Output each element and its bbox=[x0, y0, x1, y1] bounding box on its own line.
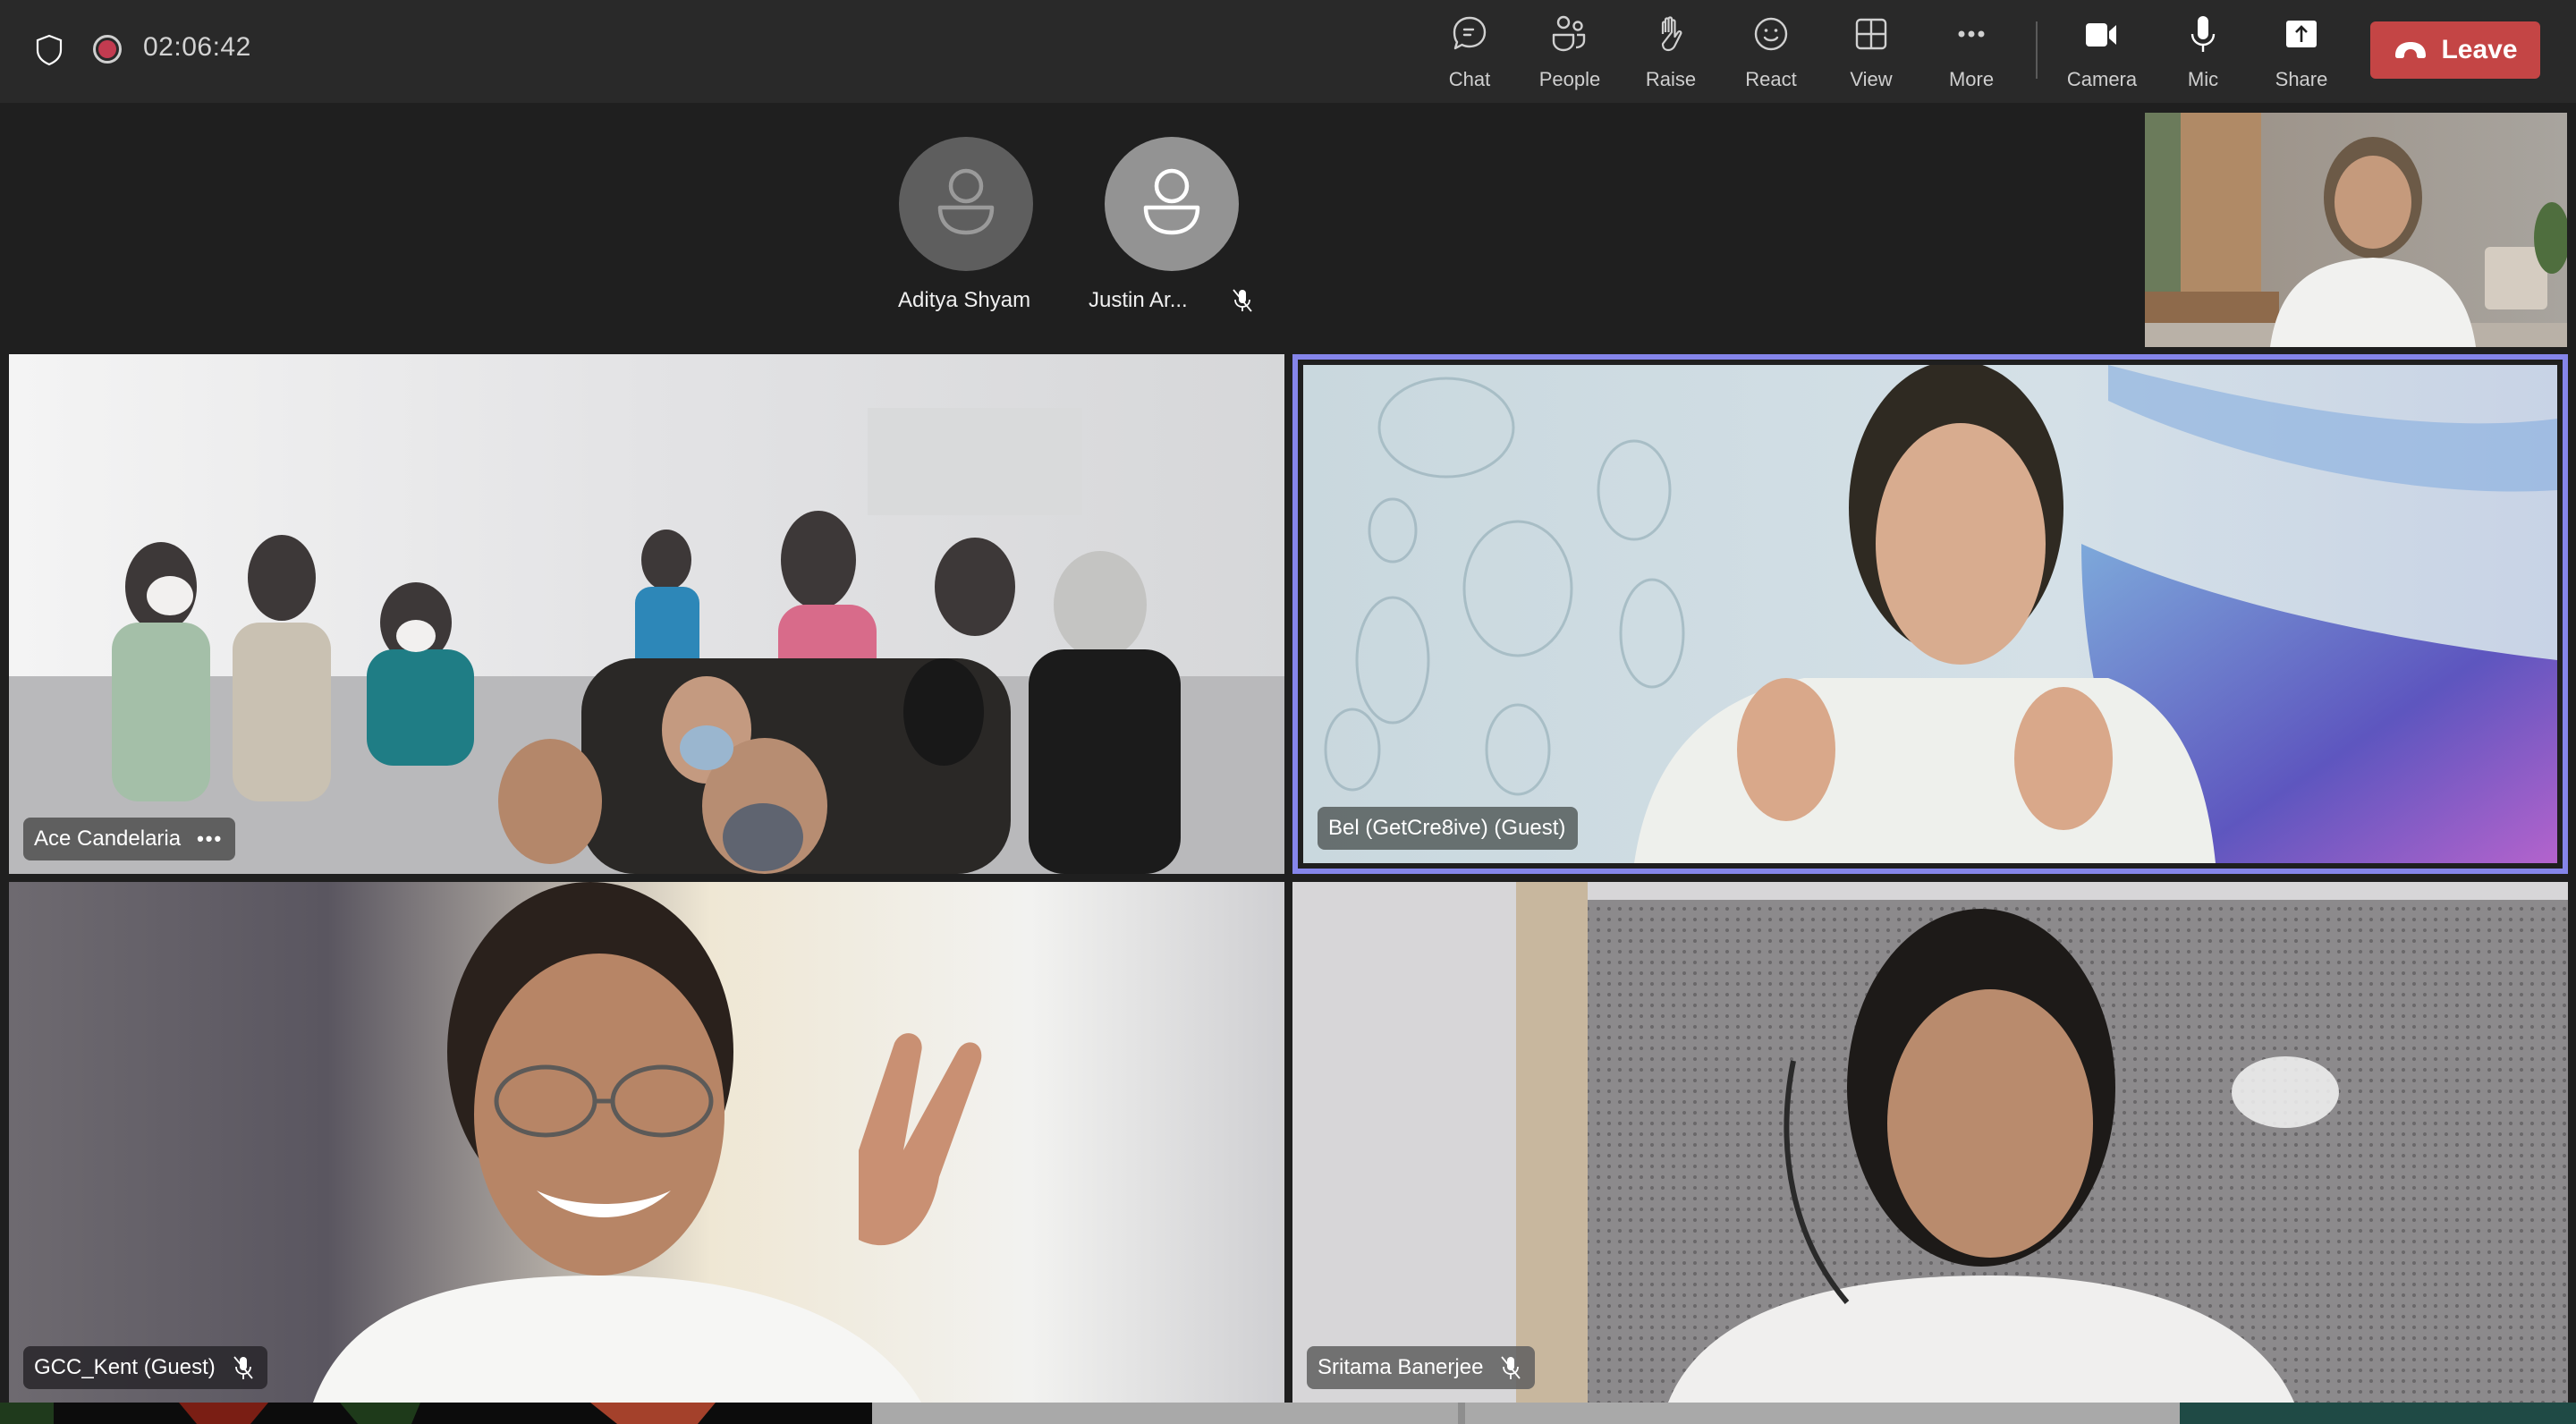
leave-button[interactable]: Leave bbox=[2370, 21, 2540, 79]
video-feed bbox=[1303, 365, 2557, 863]
camera-icon bbox=[2086, 23, 2116, 47]
more-button[interactable]: More bbox=[1927, 13, 2016, 93]
more-options-icon[interactable]: ••• bbox=[197, 827, 223, 851]
camera-button[interactable]: Camera bbox=[2057, 13, 2147, 93]
raise-hand-button[interactable]: Raise bbox=[1626, 13, 1716, 93]
video-tile[interactable]: GCC_Kent (Guest) bbox=[9, 882, 1284, 1403]
participant-name-label: GCC_Kent (Guest) bbox=[23, 1346, 267, 1389]
video-tile[interactable]: Bel (GetCre8ive) (Guest) bbox=[1303, 365, 2557, 863]
raise-label: Raise bbox=[1645, 68, 1697, 90]
grid-view-icon bbox=[1855, 18, 1887, 50]
chat-button[interactable]: Chat bbox=[1425, 13, 1514, 93]
participant-name: Justin Ar... bbox=[1089, 288, 1188, 312]
react-button[interactable]: React bbox=[1726, 13, 1816, 93]
self-view-video-frame bbox=[2145, 113, 2567, 347]
view-button[interactable]: View bbox=[1826, 13, 1916, 93]
video-feed bbox=[9, 354, 1284, 874]
smiley-icon bbox=[1754, 17, 1788, 51]
camera-label: Camera bbox=[2066, 68, 2138, 90]
shield-icon[interactable] bbox=[36, 34, 63, 66]
participant-name: GCC_Kent (Guest) bbox=[34, 1355, 216, 1379]
people-icon bbox=[1552, 15, 1586, 52]
mic-icon bbox=[2190, 16, 2216, 52]
mic-muted-icon bbox=[1501, 1356, 1521, 1379]
video-feed bbox=[1292, 882, 2568, 1403]
share-icon bbox=[2286, 21, 2317, 47]
participant-avatar[interactable] bbox=[1105, 137, 1239, 271]
chat-icon bbox=[1453, 16, 1487, 50]
person-icon bbox=[1143, 168, 1200, 235]
mic-muted-icon bbox=[1233, 289, 1252, 312]
meeting-timer: 02:06:42 bbox=[143, 32, 251, 62]
video-tile[interactable]: Ace Candelaria ••• bbox=[9, 354, 1284, 874]
participant-name-label: Ace Candelaria ••• bbox=[23, 818, 236, 860]
share-button[interactable]: Share bbox=[2257, 13, 2346, 93]
share-label: Share bbox=[2275, 68, 2328, 90]
participant-name: Bel (GetCre8ive) (Guest) bbox=[1328, 816, 1566, 840]
leave-label: Leave bbox=[2441, 35, 2518, 64]
more-dots-icon bbox=[1958, 30, 1985, 38]
video-feed bbox=[9, 882, 1284, 1403]
self-view-video[interactable] bbox=[2145, 113, 2567, 347]
desktop-background bbox=[0, 1403, 2576, 1424]
participant-name: Sritama Banerjee bbox=[1318, 1355, 1484, 1379]
mic-button[interactable]: Mic bbox=[2158, 13, 2248, 93]
participant-avatar[interactable] bbox=[899, 137, 1033, 271]
mic-label: Mic bbox=[2187, 68, 2219, 90]
person-icon bbox=[937, 168, 995, 235]
toolbar-divider bbox=[2036, 21, 2038, 79]
people-button[interactable]: People bbox=[1525, 13, 1614, 93]
participant-name-label: Sritama Banerjee bbox=[1307, 1346, 1536, 1389]
participant-name-label: Bel (GetCre8ive) (Guest) bbox=[1318, 807, 1579, 850]
recording-indicator-icon bbox=[93, 35, 122, 64]
more-label: More bbox=[1948, 68, 1995, 90]
mic-muted-icon bbox=[233, 1356, 253, 1379]
meeting-toolbar: 02:06:42 Chat People Raise React View Mo… bbox=[0, 0, 2576, 103]
participant-name: Aditya Shyam bbox=[898, 288, 1031, 312]
hang-up-icon bbox=[2395, 42, 2427, 58]
participant-name: Ace Candelaria bbox=[34, 826, 182, 851]
video-tile[interactable]: Sritama Banerjee bbox=[1292, 882, 2568, 1403]
people-label: People bbox=[1538, 68, 1601, 90]
view-label: View bbox=[1850, 68, 1893, 90]
raise-hand-icon bbox=[1661, 16, 1682, 52]
react-label: React bbox=[1745, 68, 1797, 90]
chat-label: Chat bbox=[1448, 68, 1491, 90]
